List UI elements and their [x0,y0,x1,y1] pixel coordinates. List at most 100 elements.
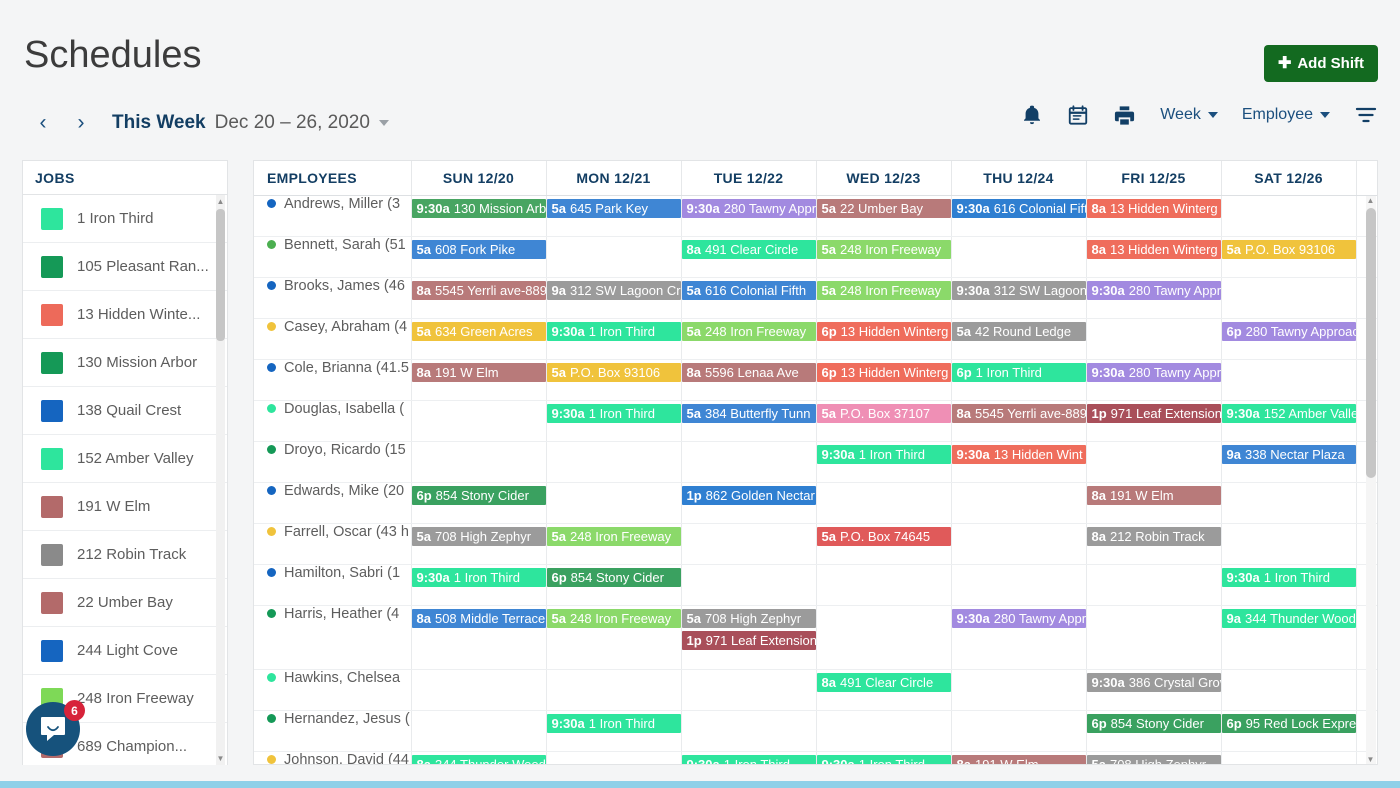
employee-cell[interactable]: Johnson, David (44 [254,751,412,764]
schedule-cell[interactable]: 9:30a 1 Iron Third [411,564,547,606]
schedule-cell[interactable]: 6p 13 Hidden Winterg [816,318,952,360]
job-list-item[interactable]: 1 Iron Third [23,195,227,243]
date-range-label[interactable]: Dec 20 – 26, 2020 [215,112,370,134]
employee-cell[interactable]: Bennett, Sarah (51 [254,236,412,278]
schedule-cell[interactable]: 5a 248 Iron Freeway [816,236,952,278]
schedule-cell[interactable] [546,482,682,524]
shift-block[interactable]: 6p 13 Hidden Winterg [816,362,951,382]
employee-cell[interactable]: Casey, Abraham (4 [254,318,412,360]
bell-icon[interactable] [1021,104,1043,126]
shift-block[interactable]: 9a 312 SW Lagoon Cre [546,280,681,300]
shift-block[interactable]: 8a 508 Middle Terrace [411,608,546,628]
job-list-item[interactable]: 105 Pleasant Ran... [23,243,227,291]
schedule-cell[interactable]: 8a 491 Clear Circle [816,669,952,711]
schedule-cell[interactable]: 6p95 Red Lock Express [1221,710,1357,752]
chevron-left-icon[interactable]: ‹ [24,104,62,142]
schedule-cell[interactable]: 5a 248 Iron Freeway [681,318,817,360]
schedule-cell[interactable]: 5a 248 Iron Freeway [546,605,682,670]
schedule-cell[interactable]: 9:30a 280 Tawny Appr [681,195,817,237]
schedule-cell[interactable]: 6p 854 Stony Cider [546,564,682,606]
add-shift-button[interactable]: ✚ Add Shift [1263,45,1378,82]
schedule-cell[interactable]: 9:30a 280 Tawny Appr [951,605,1087,670]
shift-block[interactable]: 9:30a 1 Iron Third [816,444,951,464]
employee-cell[interactable]: Hamilton, Sabri (1 [254,564,412,606]
schedule-cell[interactable] [681,564,817,606]
shift-block[interactable]: 9:30a 1 Iron Third [546,321,681,341]
schedule-cell[interactable]: 5a 42 Round Ledge [951,318,1087,360]
shift-block[interactable]: 9a 344 Thunder Woods [1221,608,1356,628]
employee-cell[interactable]: Harris, Heather (4 [254,605,412,670]
schedule-cell[interactable]: 5a 645 Park Key [546,195,682,237]
group-by-dropdown[interactable]: Employee [1242,106,1330,124]
shift-block[interactable]: 9:30a 1 Iron Third [411,567,546,587]
schedule-cell[interactable]: 6p 1 Iron Third [951,359,1087,401]
shift-block[interactable]: 6p 854 Stony Cider [411,485,546,505]
schedule-cell[interactable] [1221,195,1357,237]
shift-block[interactable]: 5a P.O. Box 93106 [546,362,681,382]
shift-block[interactable]: 1p 971 Leaf Extension [1086,403,1221,423]
schedule-cell[interactable]: 5a P.O. Box 93106 [1221,236,1357,278]
schedule-cell[interactable]: 9:30a 152 Amber Valley [1221,400,1357,442]
employee-cell[interactable]: Hawkins, Chelsea [254,669,412,711]
job-list-item[interactable]: 22 Umber Bay [23,579,227,627]
job-list-item[interactable]: 244 Light Cove [23,627,227,675]
schedule-cell[interactable]: 9:30a 280 Tawny Appr [1086,277,1222,319]
shift-block[interactable]: 5a 708 High Zephyr [411,526,546,546]
shift-block[interactable]: 8a 344 Thunder Wood [411,754,546,764]
schedule-cell[interactable]: 1p 862 Golden Nectar [681,482,817,524]
schedule-cell[interactable]: 5a 616 Colonial Fifth [681,277,817,319]
shift-block[interactable]: 9:30a 1 Iron Third [1221,567,1356,587]
schedule-cell[interactable]: 9:30a 1 Iron Third [546,400,682,442]
jobs-scrollbar[interactable]: ▲ ▼ [216,195,225,765]
schedule-cell[interactable]: 9a 312 SW Lagoon Cre [546,277,682,319]
shift-block[interactable]: 9:30a 280 Tawny Appr [1086,280,1221,300]
shift-block[interactable]: 6p 280 Tawny Approach [1221,321,1356,341]
jobs-scroll-thumb[interactable] [216,209,225,341]
chevron-down-icon[interactable] [378,120,389,126]
grid-scrollbar[interactable]: ▲ ▼ [1366,196,1376,764]
schedule-cell[interactable] [816,482,952,524]
shift-block[interactable]: 5a 248 Iron Freeway [546,608,681,628]
shift-block[interactable]: 5a 634 Green Acres [411,321,546,341]
schedule-cell[interactable]: 9a 338 Nectar Plaza [1221,441,1357,483]
shift-block[interactable]: 5a 708 High Zephyr [1086,754,1221,764]
schedule-cell[interactable] [816,564,952,606]
schedule-cell[interactable]: 5a 708 High Zephyr 1p 971 Leaf Extension [681,605,817,670]
schedule-cell[interactable] [546,669,682,711]
schedule-cell[interactable]: 6p 13 Hidden Winterg [816,359,952,401]
schedule-cell[interactable] [1086,564,1222,606]
schedule-cell[interactable] [1221,523,1357,565]
schedule-cell[interactable]: 5a 708 High Zephyr [411,523,547,565]
shift-block[interactable]: 8a 191 W Elm [1086,485,1221,505]
schedule-cell[interactable] [546,236,682,278]
schedule-cell[interactable]: 6p 280 Tawny Approach [1221,318,1357,360]
shift-block[interactable]: 8a 191 W Elm [411,362,546,382]
shift-block[interactable]: 9:30a 616 Colonial Fift [951,198,1086,218]
schedule-cell[interactable] [411,441,547,483]
schedule-cell[interactable]: 9:30a 280 Tawny Appr [1086,359,1222,401]
schedule-cell[interactable] [411,710,547,752]
shift-block[interactable]: 8a 13 Hidden Winterg [1086,239,1221,259]
chevron-right-icon[interactable]: › [62,104,100,142]
shift-block[interactable]: 9a 338 Nectar Plaza [1221,444,1356,464]
shift-block[interactable]: 9:30a 312 SW Lagoon [951,280,1086,300]
shift-block[interactable]: 5a P.O. Box 93106 [1221,239,1356,259]
schedule-cell[interactable]: 8a 508 Middle Terrace [411,605,547,670]
employee-cell[interactable]: Douglas, Isabella ( [254,400,412,442]
schedule-cell[interactable]: 6p 854 Stony Cider [411,482,547,524]
shift-block[interactable]: 9:30a 130 Mission Arb [411,198,546,218]
job-list-item[interactable]: 13 Hidden Winte... [23,291,227,339]
schedule-cell[interactable]: 8a 5545 Yerrli ave-889 [411,277,547,319]
shift-block[interactable]: 8a 491 Clear Circle [816,672,951,692]
schedule-cell[interactable] [951,236,1087,278]
schedule-cell[interactable] [951,669,1087,711]
shift-block[interactable]: 5a 708 High Zephyr [681,608,816,628]
scroll-up-arrow-icon[interactable]: ▲ [216,197,225,206]
shift-block[interactable]: 8a 5545 Yerrli ave-889 [951,403,1086,423]
schedule-cell[interactable] [951,482,1087,524]
shift-block[interactable]: 9:30a 1 Iron Third [546,713,681,733]
shift-block[interactable]: 8a 212 Robin Track [1086,526,1221,546]
employee-cell[interactable]: Andrews, Miller (3 [254,195,412,237]
shift-block[interactable]: 9:30a 280 Tawny Appr [681,198,816,218]
shift-block[interactable]: 8a 191 W Elm [951,754,1086,764]
